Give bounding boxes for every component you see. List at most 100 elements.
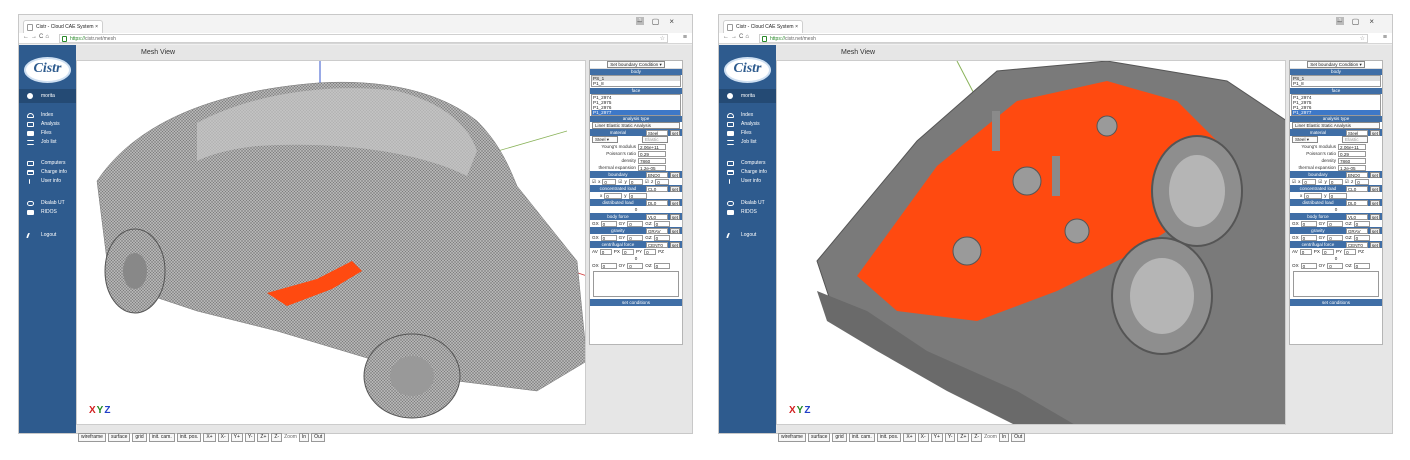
face-list[interactable]: P1_2974 P1_2975 P1_2976 P1_2977 [1291, 94, 1381, 116]
close-tab-icon[interactable]: × [95, 21, 98, 33]
sidebar-item-dkalab[interactable]: Dkalab UT [719, 199, 776, 208]
youngs-input[interactable]: 2.06e+11 [1338, 143, 1366, 150]
bf-y-input[interactable]: 0 [627, 220, 644, 227]
sidebar-item-index[interactable]: Index [719, 111, 776, 120]
gravity-set-button[interactable]: set [1369, 227, 1380, 234]
init-pos-button[interactable]: init. pos. [876, 432, 902, 442]
cf-ox-input[interactable]: 0 [1300, 262, 1317, 269]
z-minus-button[interactable]: Z- [971, 432, 983, 442]
init-cam-button[interactable]: init. cam. [848, 432, 875, 442]
centri-set-button[interactable]: set [669, 241, 680, 248]
sidebar-item-analysis[interactable]: Analysis [19, 120, 76, 129]
conc-x-input[interactable]: 0 [1304, 192, 1323, 199]
zoom-out-button[interactable]: Out [1011, 432, 1026, 442]
cf-px-input[interactable]: 0 [1321, 248, 1334, 255]
bf-x-input[interactable]: 0 [1300, 220, 1317, 227]
gr-z-input[interactable]: 0 [1353, 234, 1370, 241]
z-minus-button[interactable]: Z- [271, 432, 283, 442]
boundary-input[interactable]: BND0 [645, 171, 668, 178]
checkbox-x[interactable]: ☑ [1292, 179, 1296, 185]
body-force-input[interactable]: VL0 [645, 213, 668, 220]
conc-y-input[interactable]: 0 [628, 192, 647, 199]
dist-set-button[interactable]: set [1369, 199, 1380, 206]
material-set-button[interactable]: set [669, 129, 680, 136]
conc-set-button[interactable]: set [1369, 185, 1380, 192]
sidebar-item-job-list[interactable]: Job list [19, 138, 76, 147]
sidebar-item-dkalab[interactable]: Dkalab UT [19, 199, 76, 208]
body-force-set-button[interactable]: set [669, 213, 680, 220]
init-pos-button[interactable]: init. pos. [176, 432, 202, 442]
checkbox-y[interactable]: ☑ [1318, 179, 1322, 185]
elastic-select[interactable]: Elastic [1342, 136, 1368, 143]
list-item[interactable]: P1_8 [1292, 81, 1380, 86]
zoom-in-button[interactable]: In [998, 432, 1010, 442]
z-plus-button[interactable]: Z+ [257, 432, 270, 442]
set-conditions-button[interactable]: set conditions [590, 299, 682, 306]
address-input[interactable]: https://cistr.net/mesh ☆ [759, 34, 1368, 43]
cistr-logo[interactable]: Cistr [724, 57, 771, 83]
cistr-logo[interactable]: Cistr [24, 57, 71, 83]
sidebar-item-logout[interactable]: Logout [19, 231, 76, 240]
gr-z-input[interactable]: 0 [653, 234, 670, 241]
sidebar-item-index[interactable]: Index [19, 111, 76, 120]
material-input[interactable]: Steel [1345, 129, 1368, 136]
cf-py-input[interactable]: 0 [1344, 248, 1357, 255]
zoom-out-button[interactable]: Out [311, 432, 326, 442]
body-force-input[interactable]: VL0 [1345, 213, 1368, 220]
sidebar-user[interactable]: morita [19, 89, 76, 103]
body-list[interactable]: PS_1 P1_8 [591, 75, 681, 87]
poisson-input[interactable]: 0.29 [638, 150, 666, 157]
engine-block-render[interactable] [777, 61, 1286, 425]
cf-oy-input[interactable]: 0 [627, 262, 644, 269]
sidebar-item-ridos[interactable]: RIDOS [719, 208, 776, 217]
conc-set-button[interactable]: set [669, 185, 680, 192]
nav-buttons[interactable]: ←→C⌂ [723, 34, 751, 40]
mesh-viewport[interactable]: XYZ [776, 60, 1286, 425]
surface-button[interactable]: surface [107, 432, 131, 442]
conc-x-input[interactable]: 0 [604, 192, 623, 199]
face-list[interactable]: P1_2974 P1_2975 P1_2976 P1_2977 [591, 94, 681, 116]
conc-input[interactable]: CL0 [1345, 185, 1368, 192]
thermal-input[interactable]: 1.2e-05 [1338, 164, 1366, 171]
bookmark-star-icon[interactable]: ☆ [660, 35, 665, 43]
sidebar-item-computers[interactable]: Computers [719, 159, 776, 168]
sidebar-item-charge-info[interactable]: Charge info [19, 168, 76, 177]
material-select[interactable]: Steel ▾ [1292, 136, 1318, 143]
list-item[interactable]: P1_8 [592, 81, 680, 86]
conc-y-input[interactable]: 0 [1328, 192, 1347, 199]
cf-px-input[interactable]: 0 [621, 248, 634, 255]
gravity-input[interactable]: GRAV [645, 227, 668, 234]
bookmark-star-icon[interactable]: ☆ [1360, 35, 1365, 43]
sidebar-item-job-list[interactable]: Job list [719, 138, 776, 147]
sidebar-item-files[interactable]: Files [719, 129, 776, 138]
init-cam-button[interactable]: init. cam. [148, 432, 175, 442]
nav-buttons[interactable]: ←→C⌂ [23, 34, 51, 40]
zoom-in-button[interactable]: In [298, 432, 310, 442]
sidebar-item-analysis[interactable]: Analysis [719, 120, 776, 129]
notes-textarea[interactable] [593, 271, 679, 297]
material-input[interactable]: Steel [645, 129, 668, 136]
bz-input[interactable]: 0 [655, 178, 670, 185]
body-force-set-button[interactable]: set [1369, 213, 1380, 220]
grid-button[interactable]: grid [832, 432, 847, 442]
checkbox-y[interactable]: ☑ [618, 179, 622, 185]
bx-input[interactable]: 0 [602, 178, 617, 185]
bf-z-input[interactable]: 0 [1353, 220, 1370, 227]
x-plus-button[interactable]: X+ [903, 432, 916, 442]
gr-x-input[interactable]: 0 [1300, 234, 1317, 241]
density-input[interactable]: 7860 [638, 157, 666, 164]
browser-tab[interactable]: Cistr - Cloud CAE System × [723, 20, 803, 33]
sidebar-item-user-info[interactable]: User info [719, 177, 776, 186]
bz-input[interactable]: 0 [1355, 178, 1370, 185]
cf-oz-input[interactable]: 0 [653, 262, 670, 269]
checkbox-z[interactable]: ☑ [1345, 179, 1349, 185]
z-plus-button[interactable]: Z+ [957, 432, 970, 442]
cf-py-input[interactable]: 0 [644, 248, 657, 255]
centri-input[interactable]: CENT0 [645, 241, 668, 248]
cf-av-input[interactable]: 0 [1299, 248, 1312, 255]
mode-select[interactable]: Set boundary Condition ▾ [607, 61, 665, 68]
by-input[interactable]: 0 [628, 178, 643, 185]
centri-set-button[interactable]: set [1369, 241, 1380, 248]
gravity-input[interactable]: GRAV [1345, 227, 1368, 234]
analysis-type-select[interactable]: Liner Elastic Static Analysis [1292, 122, 1380, 129]
